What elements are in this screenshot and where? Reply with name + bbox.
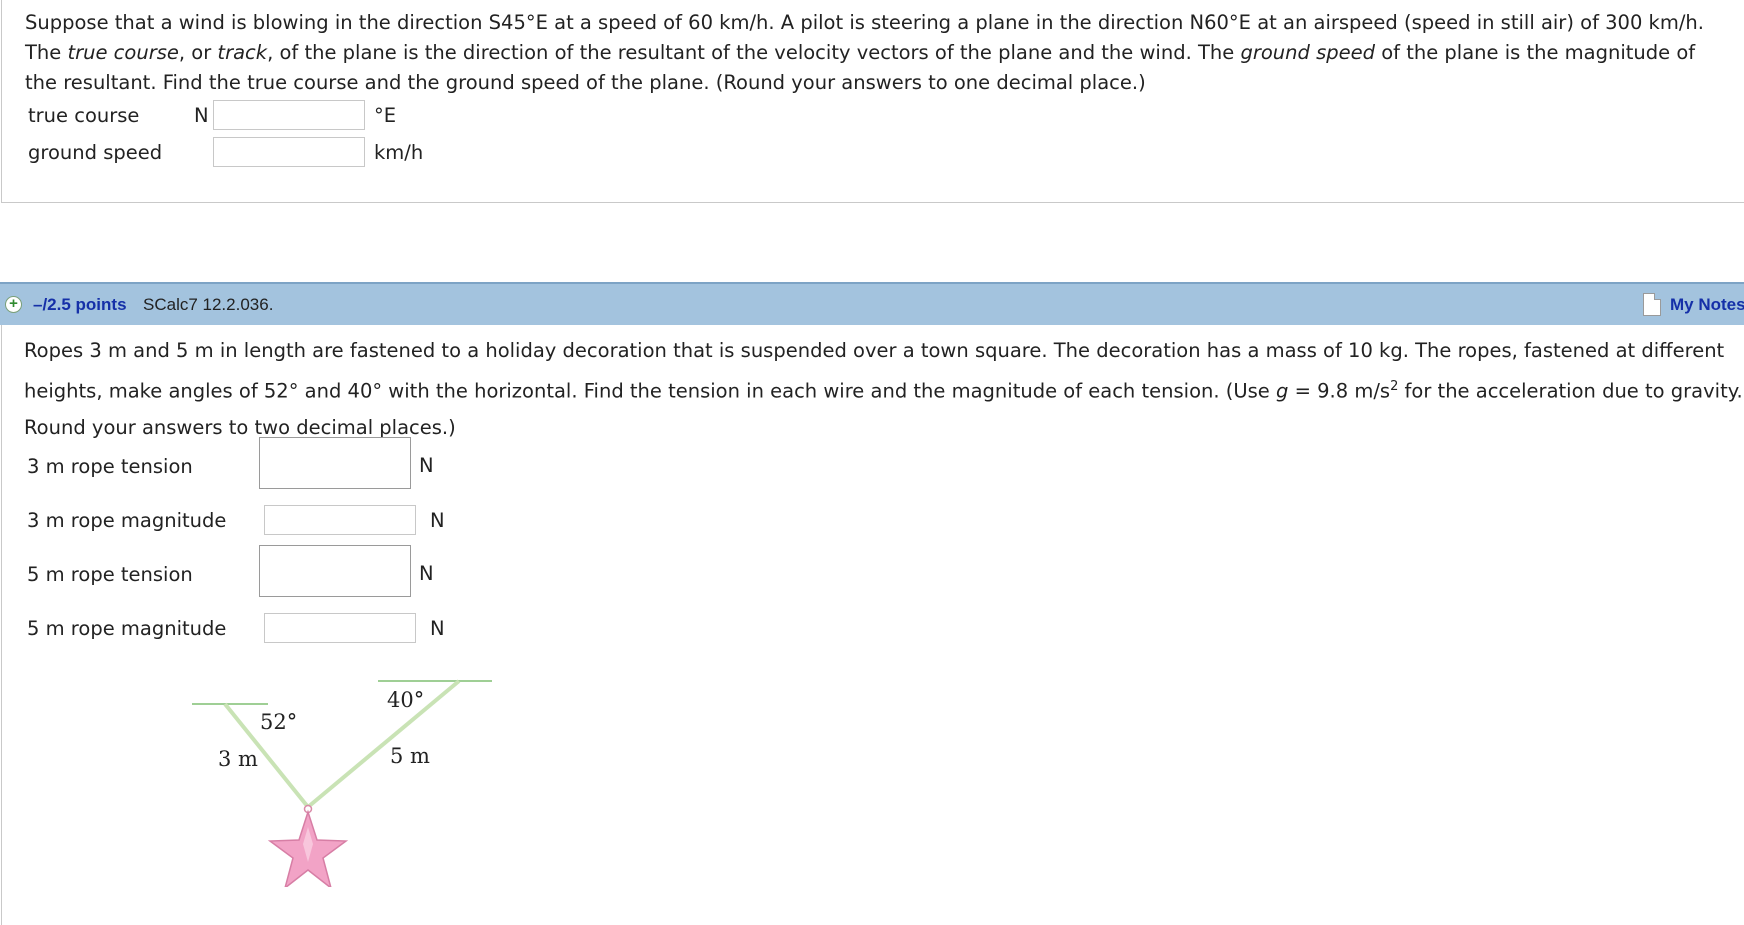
rope5-tension-input[interactable]	[259, 545, 411, 597]
rope3-tension-unit: N	[419, 454, 434, 477]
question-text-segment: = 9.8 m/s	[1288, 379, 1391, 403]
term-true-course: true course	[67, 41, 179, 64]
question-2-text: Ropes 3 m and 5 m in length are fastened…	[24, 333, 1744, 446]
length-left-label: 3 m	[218, 747, 258, 771]
question-2-header: + –/2.5 points SCalc7 12.2.036. My Notes	[0, 282, 1744, 325]
ground-speed-input[interactable]	[213, 137, 365, 167]
term-track: track	[217, 41, 268, 64]
true-course-input[interactable]	[213, 100, 365, 130]
g-symbol: g	[1276, 379, 1289, 403]
expand-plus-icon[interactable]: +	[5, 296, 22, 313]
rope-decoration-figure: 52° 40° 3 m 5 m	[192, 679, 492, 887]
rope3-tension-label: 3 m rope tension	[27, 455, 193, 478]
rope5-magnitude-unit: N	[430, 617, 445, 640]
my-notes-button[interactable]: My Notes	[1643, 292, 1744, 319]
question-text-segment: , or	[178, 41, 218, 64]
rope3-magnitude-input[interactable]	[264, 505, 416, 535]
my-notes-label: My Notes	[1670, 295, 1744, 314]
rope5-tension-label: 5 m rope tension	[27, 563, 193, 586]
angle-right-label: 40°	[387, 688, 424, 712]
question-source: SCalc7 12.2.036.	[143, 295, 274, 314]
true-course-unit: °E	[374, 104, 397, 127]
question-1-panel: Suppose that a wind is blowing in the di…	[1, 0, 1744, 203]
question-text-segment: , of the plane is the direction of the r…	[267, 41, 1241, 64]
length-right-label: 5 m	[390, 744, 430, 768]
true-course-label: true course	[28, 104, 140, 127]
rope5-tension-unit: N	[419, 562, 434, 585]
ground-speed-label: ground speed	[28, 141, 163, 164]
angle-left-label: 52°	[260, 710, 297, 734]
true-course-prefix: N	[194, 104, 209, 127]
rope5-magnitude-input[interactable]	[264, 613, 416, 643]
rope5-magnitude-label: 5 m rope magnitude	[27, 617, 227, 640]
rope3-tension-input[interactable]	[259, 437, 411, 489]
term-ground-speed: ground speed	[1240, 41, 1375, 64]
question-1-text: Suppose that a wind is blowing in the di…	[25, 8, 1725, 98]
rope3-magnitude-unit: N	[430, 509, 445, 532]
note-icon	[1643, 293, 1661, 316]
points-link[interactable]: –/2.5 points	[33, 295, 127, 315]
ground-speed-unit: km/h	[374, 141, 424, 164]
rope3-magnitude-label: 3 m rope magnitude	[27, 509, 227, 532]
rope-5m	[306, 679, 461, 809]
